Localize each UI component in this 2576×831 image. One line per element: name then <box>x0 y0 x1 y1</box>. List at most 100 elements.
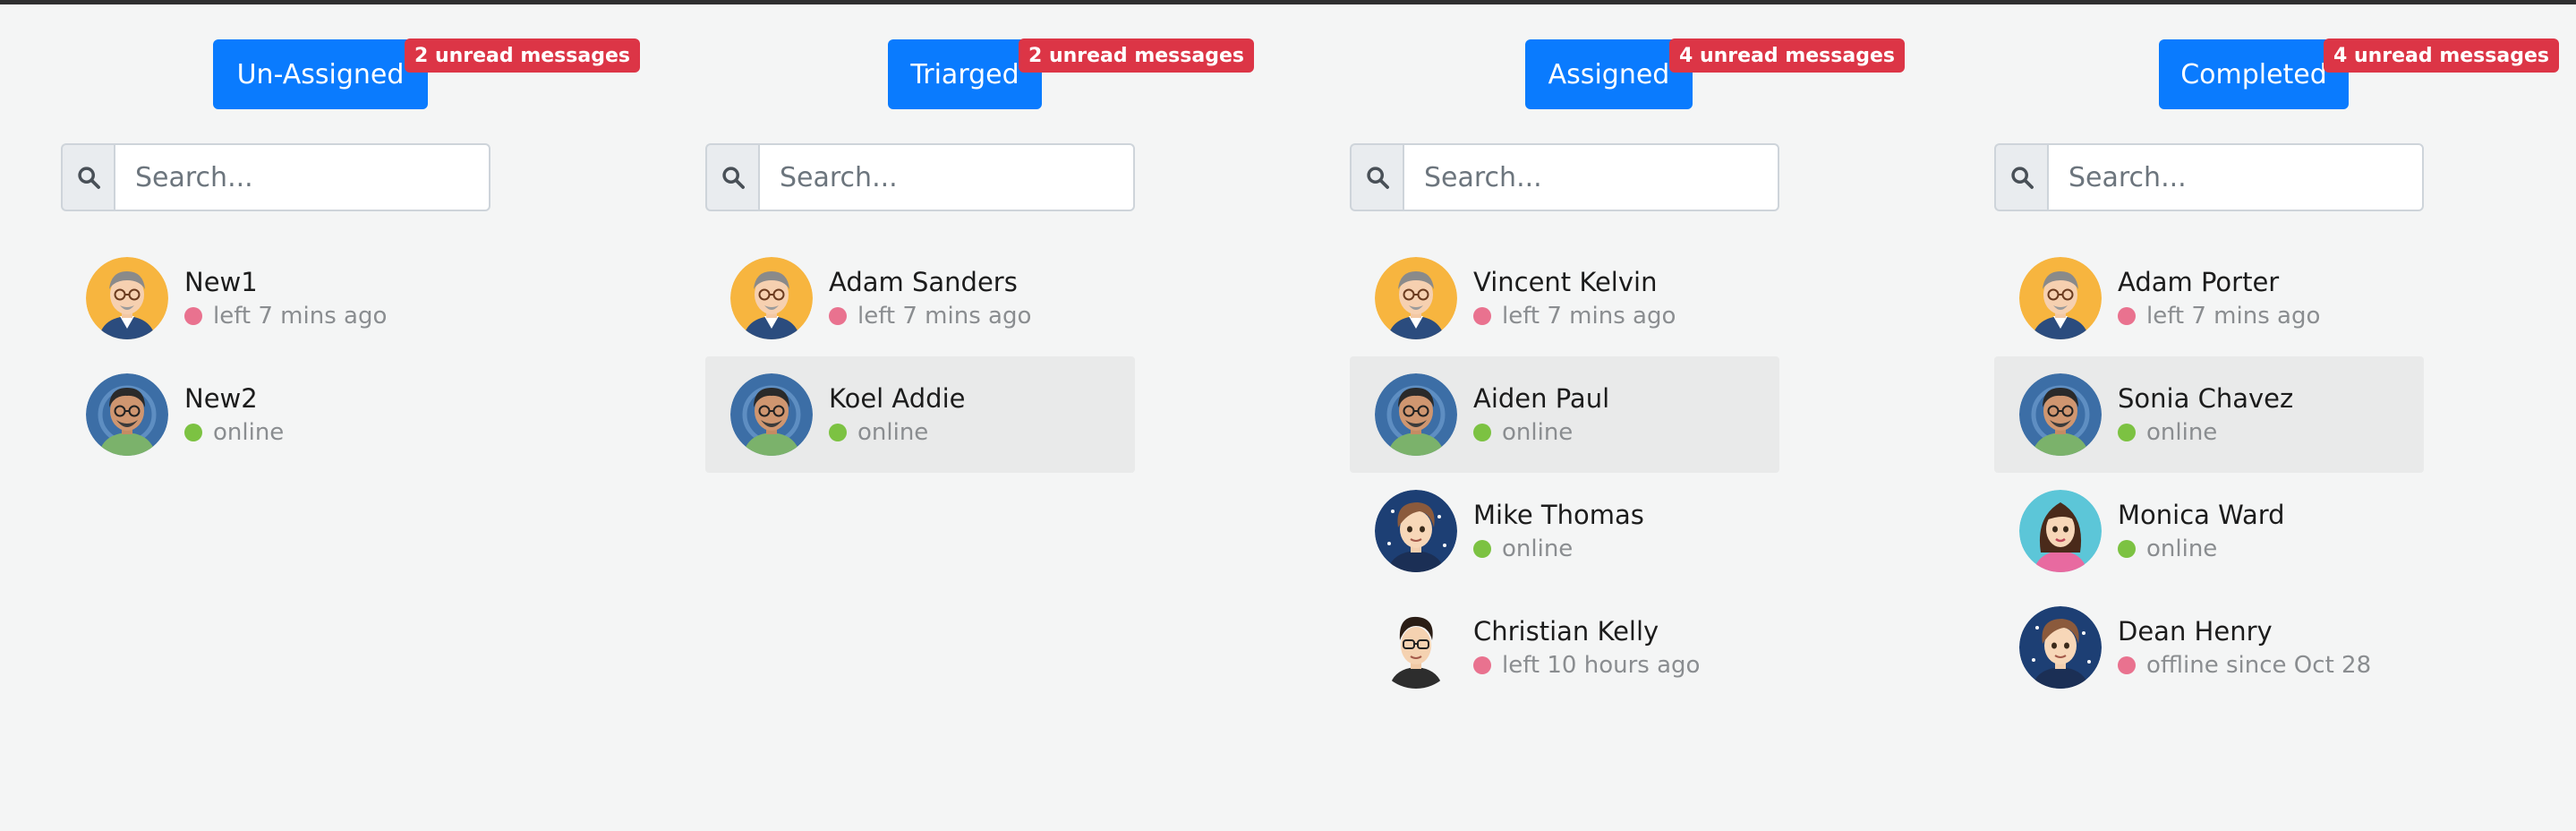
list-item[interactable]: Adam Sanders left 7 mins ago <box>705 240 1135 356</box>
unread-badge: 2 unread messages <box>405 39 640 73</box>
status-text: offline since Oct 28 <box>2146 652 2372 679</box>
online-status-dot <box>2118 424 2136 441</box>
person-name: Koel Addie <box>829 383 966 414</box>
search-input[interactable] <box>758 143 1135 211</box>
unread-badge: 2 unread messages <box>1019 39 1254 73</box>
search-icon <box>1366 167 1389 189</box>
list-item[interactable]: New2 online <box>61 356 490 473</box>
column-header: Completed 4 unread messages <box>1994 4 2559 109</box>
search-group <box>1350 143 1779 211</box>
people-list: Vincent Kelvin left 7 mins ago Aiden Pau… <box>1350 240 1779 706</box>
search-icon-box[interactable] <box>1350 143 1403 211</box>
person-status: online <box>2118 534 2285 564</box>
column-header: Assigned 4 unread messages <box>1350 4 1905 109</box>
person-name: Monica Ward <box>2118 500 2285 530</box>
person-name: Dean Henry <box>2118 616 2273 647</box>
status-text: online <box>1502 535 1574 562</box>
list-item[interactable]: New1 left 7 mins ago <box>61 240 490 356</box>
person-status: offline since Oct 28 <box>2118 650 2371 681</box>
unread-badge: 4 unread messages <box>1669 39 1905 73</box>
search-input[interactable] <box>2047 143 2424 211</box>
person-name: Adam Porter <box>2118 267 2280 297</box>
list-item[interactable]: Vincent Kelvin left 7 mins ago <box>1350 240 1779 356</box>
away-status-dot <box>184 307 202 325</box>
online-status-dot <box>829 424 847 441</box>
status-text: online <box>213 419 285 446</box>
person-name: New2 <box>184 383 258 414</box>
online-status-dot <box>1473 424 1491 441</box>
search-icon-box[interactable] <box>1994 143 2047 211</box>
avatar <box>86 257 168 339</box>
list-item[interactable]: Christian Kelly left 10 hours ago <box>1350 589 1779 706</box>
online-status-dot <box>1473 540 1491 558</box>
person-status: online <box>184 417 284 448</box>
person-name: Mike Thomas <box>1473 500 1644 530</box>
person-name: Sonia Chavez <box>2118 383 2294 414</box>
avatar <box>2019 490 2102 572</box>
list-item-selected[interactable]: Aiden Paul online <box>1350 356 1779 473</box>
away-status-dot <box>2118 307 2136 325</box>
avatar <box>86 373 168 456</box>
person-status: online <box>1473 417 1609 448</box>
search-group <box>1994 143 2424 211</box>
search-input[interactable] <box>1403 143 1779 211</box>
person-status: left 7 mins ago <box>1473 301 1676 331</box>
online-status-dot <box>2118 540 2136 558</box>
search-icon-box[interactable] <box>705 143 758 211</box>
status-text: online <box>2146 535 2218 562</box>
person-name: Christian Kelly <box>1473 616 1659 647</box>
unread-badge: 4 unread messages <box>2324 39 2559 73</box>
list-item-selected[interactable]: Koel Addie online <box>705 356 1135 473</box>
avatar <box>730 373 813 456</box>
status-text: left 7 mins ago <box>1502 303 1676 330</box>
status-text: left 7 mins ago <box>2146 303 2321 330</box>
person-name: Vincent Kelvin <box>1473 267 1658 297</box>
column-un-assigned: Un-Assigned 2 unread messages New1 left … <box>61 4 640 456</box>
search-icon <box>77 167 100 189</box>
column-header: Triarged 2 unread messages <box>705 4 1254 109</box>
search-input[interactable] <box>114 143 490 211</box>
list-item[interactable]: Monica Ward online <box>1994 473 2424 589</box>
person-status: left 7 mins ago <box>829 301 1031 331</box>
search-group <box>61 143 490 211</box>
people-list: New1 left 7 mins ago New2 online <box>61 240 490 473</box>
avatar <box>1375 606 1457 689</box>
away-status-dot <box>829 307 847 325</box>
avatar <box>1375 490 1457 572</box>
avatar <box>2019 606 2102 689</box>
away-status-dot <box>2118 656 2136 674</box>
person-status: online <box>829 417 965 448</box>
person-name: Adam Sanders <box>829 267 1018 297</box>
status-text: online <box>2146 419 2218 446</box>
avatar <box>730 257 813 339</box>
completed-button[interactable]: Completed <box>2159 39 2349 109</box>
status-text: left 7 mins ago <box>213 303 388 330</box>
status-text: online <box>1502 419 1574 446</box>
search-icon <box>721 167 745 189</box>
person-name: Aiden Paul <box>1473 383 1610 414</box>
column-header: Un-Assigned 2 unread messages <box>61 4 640 109</box>
status-text: online <box>857 419 929 446</box>
list-item[interactable]: Adam Porter left 7 mins ago <box>1994 240 2424 356</box>
person-status: left 7 mins ago <box>184 301 387 331</box>
avatar <box>1375 373 1457 456</box>
column-assigned: Assigned 4 unread messages Vincent Kelvi… <box>1350 4 1905 689</box>
un-assigned-button[interactable]: Un-Assigned <box>213 39 428 109</box>
list-item[interactable]: Dean Henry offline since Oct 28 <box>1994 589 2424 706</box>
away-status-dot <box>1473 656 1491 674</box>
person-status: left 7 mins ago <box>2118 301 2320 331</box>
search-icon-box[interactable] <box>61 143 114 211</box>
status-text: left 7 mins ago <box>857 303 1032 330</box>
avatar <box>1375 257 1457 339</box>
status-text: left 10 hours ago <box>1502 652 1701 679</box>
column-completed: Completed 4 unread messages Adam Porter … <box>1994 4 2559 689</box>
assigned-button[interactable]: Assigned <box>1525 39 1693 109</box>
away-status-dot <box>1473 307 1491 325</box>
avatar <box>2019 257 2102 339</box>
person-status: left 10 hours ago <box>1473 650 1700 681</box>
person-name: New1 <box>184 267 258 297</box>
person-status: online <box>2118 417 2293 448</box>
list-item[interactable]: Mike Thomas online <box>1350 473 1779 589</box>
column-triarged: Triarged 2 unread messages Adam Sanders … <box>705 4 1254 473</box>
list-item-selected[interactable]: Sonia Chavez online <box>1994 356 2424 473</box>
